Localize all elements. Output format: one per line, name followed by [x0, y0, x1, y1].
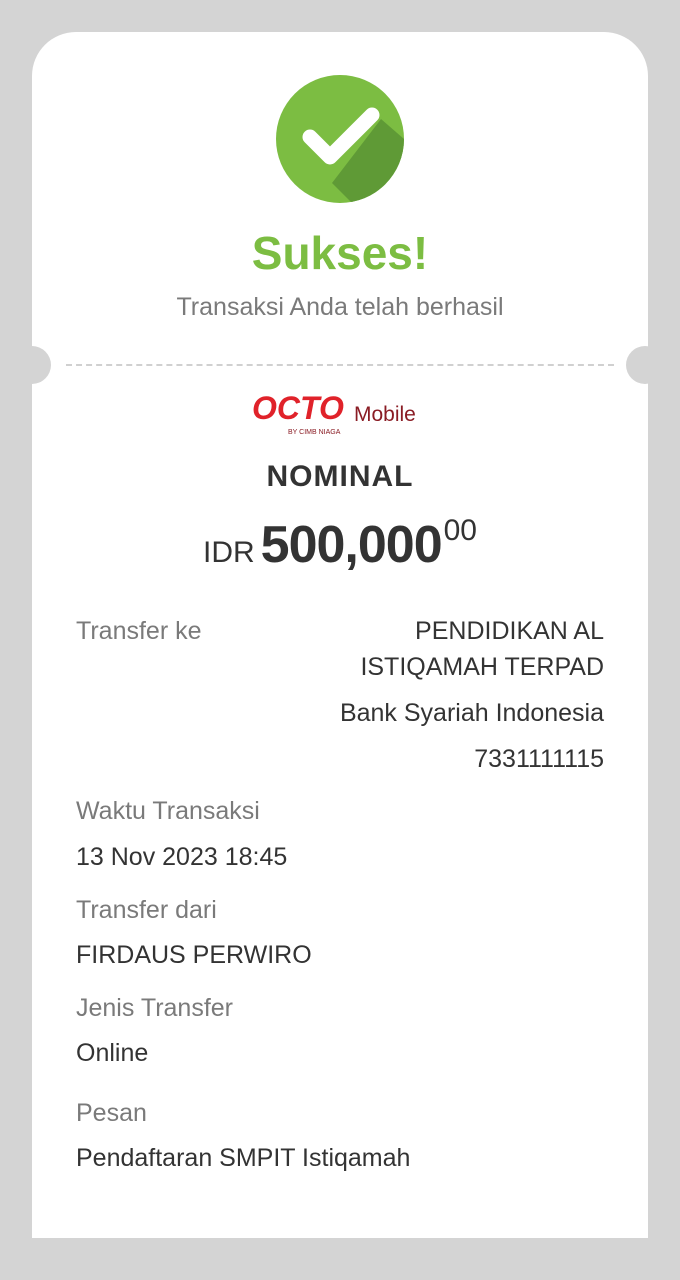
transfer-from-label: Transfer dari [76, 896, 217, 924]
nominal-label: NOMINAL [266, 460, 414, 493]
logo-byline: BY CIMB NIAGA [288, 429, 341, 436]
check-circle-icon [276, 75, 404, 203]
currency-code: IDR [202, 536, 255, 569]
message-label: Pesan [76, 1099, 147, 1127]
transfer-from-value: FIRDAUS PERWIRO [76, 941, 312, 969]
transfer-type-value: Online [76, 1039, 149, 1067]
amount-display: IDR 500,00000 [0, 514, 680, 575]
status-message: Transaksi Anda telah berhasil [176, 293, 504, 321]
recipient-name-line2: ISTIQAMAH TERPAD [360, 653, 604, 681]
octo-mobile-logo: OCTO Mobile BY CIMB NIAGA [252, 390, 416, 436]
transfer-type-label: Jenis Transfer [76, 994, 234, 1022]
amount-decimal: 00 [443, 514, 477, 547]
amount-integer: 500,000 [260, 516, 443, 574]
recipient-account-number: 7331111115 [474, 745, 604, 773]
receipt-divider [66, 364, 614, 366]
receipt-notch-left [13, 346, 51, 384]
receipt-notch-right [626, 346, 664, 384]
recipient-name-line1: PENDIDIKAN AL [415, 617, 604, 645]
transaction-time-value: 13 Nov 2023 18:45 [76, 843, 288, 871]
logo-suffix: Mobile [354, 403, 416, 426]
transaction-time-label: Waktu Transaksi [76, 797, 260, 825]
recipient-bank: Bank Syariah Indonesia [339, 699, 604, 727]
transfer-to-label: Transfer ke [76, 617, 202, 645]
receipt-zigzag-edge [32, 1218, 648, 1236]
status-title: Sukses! [251, 227, 429, 279]
message-value: Pendaftaran SMPIT Istiqamah [76, 1144, 411, 1172]
logo-word: OCTO [252, 390, 344, 426]
